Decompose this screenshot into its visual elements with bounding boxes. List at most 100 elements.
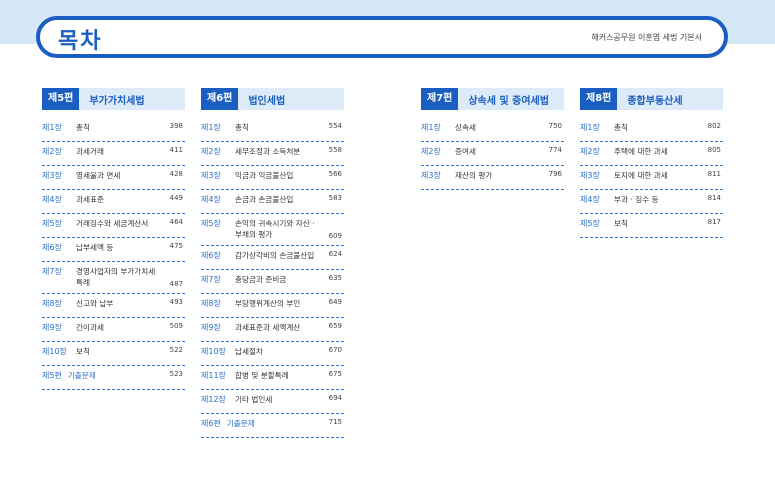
page-number: 624 [328, 250, 342, 258]
chapter-name-line: 특례 [76, 278, 90, 287]
page-number: 609 [328, 232, 342, 240]
part-title: 법인세법 [248, 95, 286, 107]
part-badge: 제6편 [201, 88, 239, 110]
page-number: 558 [328, 146, 342, 154]
chapter-entry: 제4장 손금과 손금불산입 583 [201, 190, 344, 214]
chapter-number: 제6장 [201, 251, 221, 260]
chapter-list: 제1장 총칙 398 제2장 과세거래 411 제3장 영세율과 면세 428 제4장 과세표준 44… [42, 118, 185, 390]
page-number: 449 [169, 194, 183, 202]
chapter-entry: 제12장 기타 법인세 694 [201, 390, 344, 414]
chapter-name: 신고와 납부 [76, 298, 159, 309]
page-number: 817 [707, 218, 721, 226]
chapter-entry: 제7장 경영사업자의 부가가치세 특례 487 [42, 262, 185, 294]
chapter-entry: 제1장 상속세 750 [421, 118, 564, 142]
chapter-entry: 제8장 부당행위계산의 부인 649 [201, 294, 344, 318]
chapter-entry: 제8장 신고와 납부 493 [42, 294, 185, 318]
chapter-name-line: 보칙 [614, 219, 628, 228]
chapter-entry: 제2장 과세거래 411 [42, 142, 185, 166]
page-number: 493 [169, 298, 183, 306]
chapter-name-line: 부과 · 징수 등 [614, 195, 659, 204]
page-number: 774 [548, 146, 562, 154]
chapter-entry: 제6장 납부세액 등 475 [42, 238, 185, 262]
part-column: 제6편 법인세법 제1장 총칙 554 제2장 세무조정과 소득처분 558 제3장 익금과 익금… [201, 88, 344, 438]
page-number: 715 [328, 418, 342, 426]
chapter-name: 충당금과 준비금 [235, 274, 318, 285]
chapter-entry: 제10장 보칙 522 [42, 342, 185, 366]
chapter-name-line: 간이과세 [76, 323, 104, 332]
chapter-name: 기타 법인세 [235, 394, 318, 405]
chapter-entry: 제3장 익금과 익금불산입 566 [201, 166, 344, 190]
chapter-entry: 제2장 세무조정과 소득처분 558 [201, 142, 344, 166]
chapter-name-line: 주택에 대한 과세 [614, 147, 668, 156]
chapter-name: 합병 및 분할특례 [235, 370, 318, 381]
chapter-number: 제3장 [42, 171, 62, 180]
part-title: 상속세 및 증여세법 [468, 95, 549, 107]
page-number: 649 [328, 298, 342, 306]
chapter-entry: 제9장 간이과세 509 [42, 318, 185, 342]
chapter-entry: 제3장 영세율과 면세 428 [42, 166, 185, 190]
chapter-name: 손금과 손금불산입 [235, 194, 318, 205]
part-badge: 제8편 [580, 88, 618, 110]
chapter-name-line: 과세표준과 세액계산 [235, 323, 301, 332]
chapter-name: 감가상각비의 손금불산입 [235, 250, 318, 261]
chapter-entry: 제1장 총칙 802 [580, 118, 723, 142]
chapter-name-line: 상속세 [455, 123, 476, 132]
exam-entry: 제5편 기출문제 523 [42, 366, 185, 390]
chapter-name-line: 기출문제 [226, 419, 255, 428]
chapter-entry: 제3장 재산의 평가 796 [421, 166, 564, 190]
chapter-number: 제3장 [201, 171, 221, 180]
chapter-name: 보칙 [614, 218, 697, 229]
page-number: 635 [328, 274, 342, 282]
chapter-name-line: 영세율과 면세 [76, 171, 121, 180]
chapter-name: 세무조정과 소득처분 [235, 146, 318, 157]
chapter-name-line: 익금과 익금불산입 [235, 171, 294, 180]
page-header: 목차 해커스공무원 이훈엽 세법 기본서 [36, 16, 728, 58]
chapter-name: 익금과 익금불산입 [235, 170, 318, 181]
chapter-entry: 제7장 충당금과 준비금 635 [201, 270, 344, 294]
chapter-name: 부당행위계산의 부인 [235, 298, 318, 309]
chapter-number: 제4장 [42, 195, 62, 204]
chapter-name: 증여세 [455, 146, 538, 157]
chapter-number: 제10장 [201, 347, 226, 356]
part-header: 제5편 부가가치세법 [42, 88, 185, 110]
chapter-number: 제2장 [580, 147, 600, 156]
chapter-list: 제1장 총칙 802 제2장 주택에 대한 과세 805 제3장 토지에 대한 과세 811 제4… [580, 118, 723, 238]
chapter-name: 과세표준 [76, 194, 159, 205]
chapter-entry: 제3장 토지에 대한 과세 811 [580, 166, 723, 190]
chapter-entry: 제2장 증여세 774 [421, 142, 564, 166]
chapter-name-line: 납부세액 등 [76, 243, 114, 252]
chapter-name-line: 손금과 손금불산입 [235, 195, 294, 204]
chapter-entry: 제10장 납세절차 670 [201, 342, 344, 366]
chapter-entry: 제5장 거래징수와 세금계산서 464 [42, 214, 185, 238]
page-number: 811 [707, 170, 721, 178]
chapter-name: 상속세 [455, 122, 538, 133]
part-badge: 제7편 [421, 88, 459, 110]
part-column: 제5편 부가가치세법 제1장 총칙 398 제2장 과세거래 411 제3장 영세율과 면세 428… [42, 88, 185, 390]
chapter-name: 주택에 대한 과세 [614, 146, 697, 157]
chapter-name: 기출문제 [68, 370, 159, 381]
chapter-number: 제8장 [42, 299, 62, 308]
chapter-name-line: 감가상각비의 손금불산입 [235, 251, 315, 260]
page-number: 814 [707, 194, 721, 202]
chapter-number: 제2장 [421, 147, 441, 156]
page-title: 목차 [58, 29, 103, 54]
chapter-name: 총칙 [614, 122, 697, 133]
part-header: 제7편 상속세 및 증여세법 [421, 88, 564, 110]
page-number: 554 [328, 122, 342, 130]
chapter-entry: 제5장 보칙 817 [580, 214, 723, 238]
chapter-name-line: 과세거래 [76, 147, 104, 156]
chapter-name: 손익의 귀속시기와 자산 · 부채의 평가 [235, 218, 318, 240]
chapter-name-line: 신고와 납부 [76, 299, 114, 308]
page-number: 802 [707, 122, 721, 130]
chapter-name-line: 토지에 대한 과세 [614, 171, 668, 180]
chapter-number: 제2장 [42, 147, 62, 156]
chapter-name-line: 총칙 [614, 123, 628, 132]
chapter-entry: 제4장 부과 · 징수 등 814 [580, 190, 723, 214]
chapter-name-line: 거래징수와 세금계산서 [76, 219, 149, 228]
page-number: 428 [169, 170, 183, 178]
page-number: 750 [548, 122, 562, 130]
chapter-entry: 제2장 주택에 대한 과세 805 [580, 142, 723, 166]
page-number: 475 [169, 242, 183, 250]
chapter-name-line: 충당금과 준비금 [235, 275, 287, 284]
chapter-number: 제10장 [42, 347, 67, 356]
